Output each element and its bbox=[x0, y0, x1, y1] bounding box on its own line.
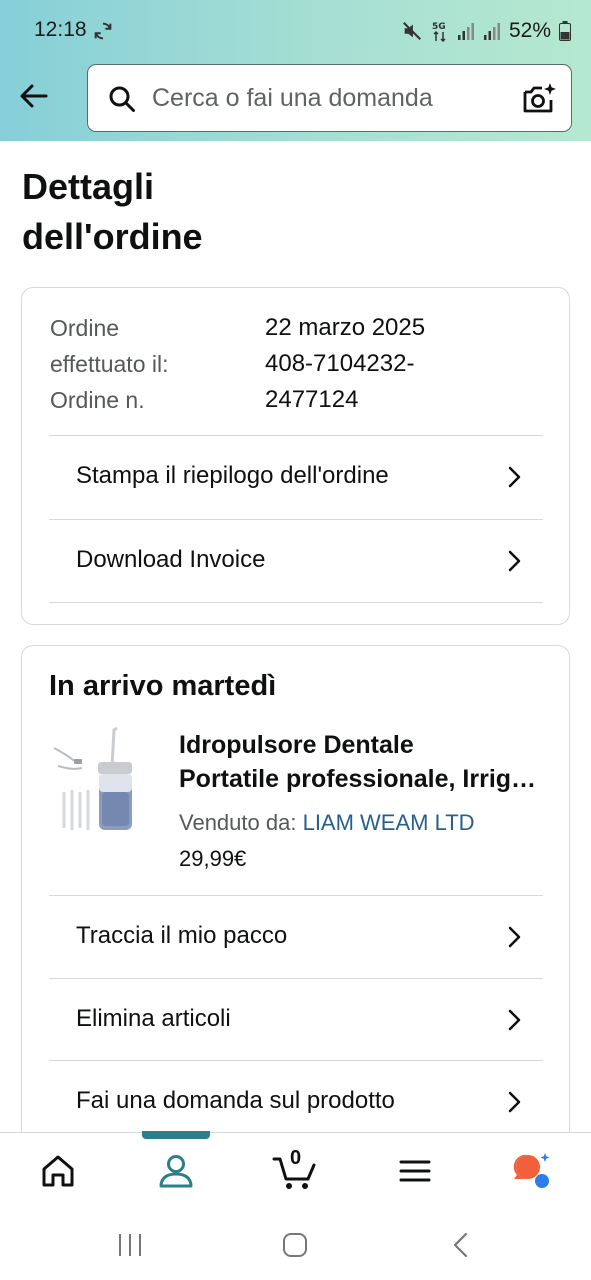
active-tab-indicator bbox=[142, 1131, 210, 1139]
print-summary-row[interactable]: Stampa il riepilogo dell'ordine bbox=[49, 435, 543, 519]
product-title-line1: Idropulsore Dentale bbox=[179, 731, 414, 759]
delivery-status-title: In arrivo martedì bbox=[49, 670, 277, 702]
order-date-label: Ordine bbox=[50, 315, 120, 341]
order-info-values: 22 marzo 2025 408-7104232- 2477124 bbox=[265, 310, 465, 418]
search-icon bbox=[109, 86, 135, 112]
search-input[interactable]: Cerca o fai una domanda bbox=[152, 84, 433, 113]
battery-level: 52% bbox=[508, 19, 551, 42]
order-number-part2: 2477124 bbox=[265, 386, 359, 413]
remove-items-label: Elimina articoli bbox=[76, 1005, 231, 1032]
shipment-card: In arrivo martedì Idropulsore Dentale Po… bbox=[21, 645, 570, 1165]
product-price: 29,99€ bbox=[179, 846, 247, 871]
seller-info: Venduto da: LIAM WEAM LTD bbox=[179, 810, 475, 836]
product-title-line2: Portatile professionale, Irrigatore bbox=[179, 765, 549, 793]
product-image[interactable] bbox=[52, 726, 144, 836]
system-navigation bbox=[0, 1208, 591, 1280]
camera-search-icon[interactable] bbox=[521, 81, 557, 117]
order-date-label-cont: effettuato il: bbox=[50, 351, 169, 377]
home-icon[interactable] bbox=[38, 1151, 78, 1191]
system-back-icon[interactable] bbox=[446, 1230, 476, 1260]
download-invoice-row[interactable]: Download Invoice bbox=[49, 519, 543, 603]
order-info-labels: Ordine effettuato il: Ordine n. bbox=[50, 310, 169, 418]
order-summary-card: Ordine effettuato il: Ordine n. 22 marzo… bbox=[21, 287, 570, 625]
back-arrow-icon[interactable] bbox=[16, 78, 52, 114]
signal-icon bbox=[457, 23, 474, 40]
signal-icon-2 bbox=[483, 23, 500, 40]
status-icons: 5G 52% bbox=[401, 16, 571, 46]
chevron-right-icon bbox=[508, 550, 521, 572]
svg-text:5G: 5G bbox=[432, 22, 446, 32]
account-icon[interactable] bbox=[156, 1151, 196, 1191]
track-package-label: Traccia il mio pacco bbox=[76, 922, 288, 949]
battery-icon bbox=[559, 21, 571, 41]
track-package-row[interactable]: Traccia il mio pacco bbox=[49, 895, 543, 979]
bottom-navigation: 0 bbox=[0, 1131, 591, 1208]
page-title-line2: dell'ordine bbox=[22, 216, 203, 257]
header: 12:18 5G 52% Cerca o fai una domanda bbox=[0, 0, 591, 141]
remove-items-row[interactable]: Elimina articoli bbox=[49, 978, 543, 1062]
recent-apps-icon[interactable] bbox=[115, 1230, 145, 1260]
page-title-line1: Dettagli bbox=[22, 166, 155, 207]
product-title[interactable]: Idropulsore Dentale Portatile profession… bbox=[179, 728, 549, 796]
menu-icon[interactable] bbox=[395, 1151, 435, 1191]
seller-link[interactable]: LIAM WEAM LTD bbox=[303, 810, 475, 835]
ask-question-label: Fai una domanda sul prodotto bbox=[76, 1087, 395, 1114]
cart-icon[interactable] bbox=[272, 1151, 318, 1191]
chevron-right-icon bbox=[508, 1009, 521, 1031]
mute-icon bbox=[403, 22, 421, 40]
sync-icon bbox=[94, 22, 112, 40]
chevron-right-icon bbox=[508, 466, 521, 488]
order-number-label: Ordine n. bbox=[50, 387, 145, 413]
network-5g-icon: 5G bbox=[432, 22, 446, 43]
status-bar: 12:18 5G 52% bbox=[0, 0, 591, 62]
seller-label: Venduto da: bbox=[179, 810, 297, 835]
chevron-right-icon bbox=[508, 926, 521, 948]
order-number-part1: 408-7104232- bbox=[265, 350, 415, 377]
home-button-icon[interactable] bbox=[280, 1230, 310, 1260]
status-time: 12:18 bbox=[34, 18, 87, 41]
chevron-right-icon bbox=[508, 1091, 521, 1113]
download-invoice-label: Download Invoice bbox=[76, 546, 266, 573]
rufus-assistant-icon[interactable] bbox=[512, 1151, 552, 1191]
order-date: 22 marzo 2025 bbox=[265, 314, 426, 341]
search-bar[interactable]: Cerca o fai una domanda bbox=[87, 64, 572, 132]
page-title: Dettagli dell'ordine bbox=[22, 162, 322, 262]
print-summary-label: Stampa il riepilogo dell'ordine bbox=[76, 462, 389, 489]
